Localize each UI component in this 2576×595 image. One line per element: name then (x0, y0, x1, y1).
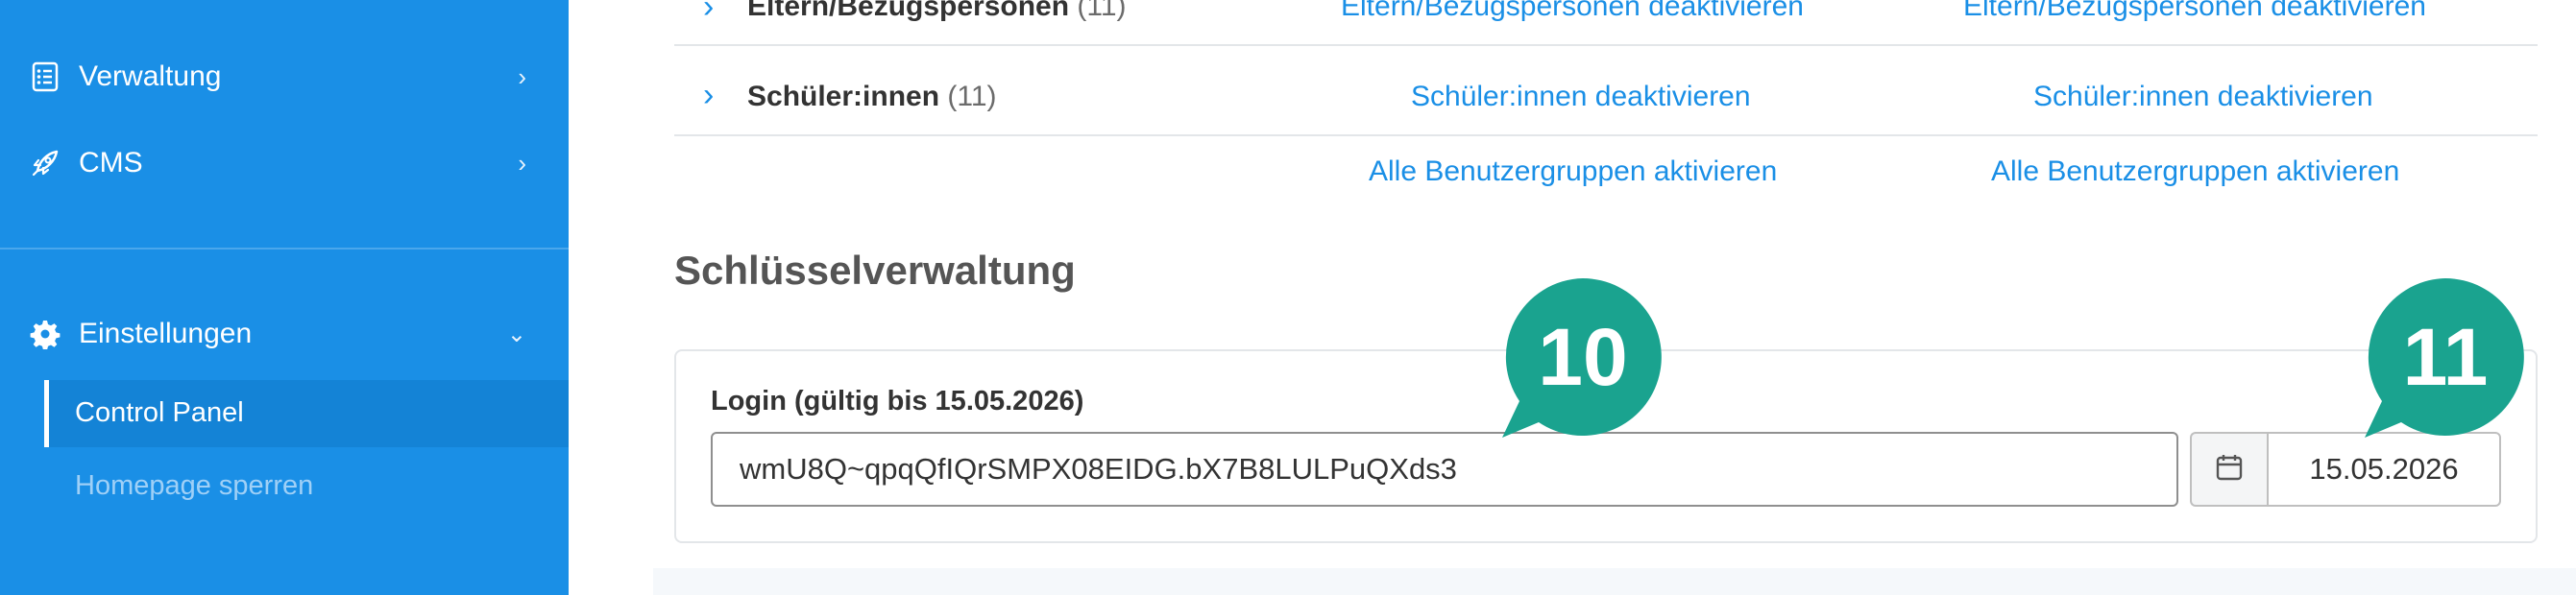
sidebar-divider (0, 248, 569, 250)
group-name-text: Eltern/Bezugspersonen (747, 0, 1070, 22)
row-divider (674, 134, 2538, 136)
sidebar-subitem-control-panel[interactable]: Control Panel (44, 380, 569, 447)
sidebar-item-verwaltung[interactable]: Verwaltung › (0, 56, 569, 98)
gear-icon (29, 318, 61, 350)
sidebar-item-label: Verwaltung (79, 60, 222, 92)
chevron-right-icon: › (518, 148, 526, 178)
deactivate-link[interactable]: Eltern/Bezugspersonen deaktivieren (1341, 0, 1804, 23)
login-label: Login (gültig bis 15.05.2026) (711, 386, 1084, 416)
sidebar-item-label: CMS (79, 147, 143, 178)
callout-bubble-10: 10 (1500, 274, 1665, 440)
callout-number: 10 (1538, 311, 1628, 402)
chevron-right-icon: › (518, 61, 526, 91)
calendar-button[interactable] (2190, 432, 2267, 507)
chevron-down-icon: ⌄ (506, 321, 526, 347)
activate-all-link[interactable]: Alle Benutzergruppen aktivieren (1369, 155, 1777, 188)
sidebar-item-cms[interactable]: CMS › (0, 142, 569, 184)
deactivate-link[interactable]: Schüler:innen deaktivieren (1411, 81, 1751, 113)
chevron-right-icon[interactable]: › (703, 77, 714, 114)
sidebar-item-label: Einstellungen (79, 318, 253, 349)
group-count: (11) (947, 81, 997, 112)
activate-all-link[interactable]: Alle Benutzergruppen aktivieren (1991, 155, 2399, 188)
checklist-icon (29, 60, 61, 93)
group-name-text: Schüler:innen (747, 81, 940, 112)
deactivate-link[interactable]: Schüler:innen deaktivieren (2033, 81, 2373, 113)
sidebar-subitem-homepage-sperren[interactable]: Homepage sperren (75, 470, 313, 502)
footer-strip (653, 568, 2576, 595)
date-input[interactable]: 15.05.2026 (2267, 432, 2501, 507)
callout-bubble-11: 11 (2363, 274, 2528, 440)
deactivate-link[interactable]: Eltern/Bezugspersonen deaktivieren (1963, 0, 2426, 23)
sidebar-subitem-label: Control Panel (75, 397, 244, 428)
sidebar: Verwaltung › CMS › Einstellungen ⌄ Contr… (0, 0, 569, 595)
active-indicator (44, 380, 49, 447)
rocket-icon (29, 147, 61, 179)
group-name: Schüler:innen (11) (747, 81, 997, 113)
chevron-right-icon[interactable]: › (703, 0, 714, 26)
date-value: 15.05.2026 (2309, 452, 2459, 486)
group-count: (11) (1077, 0, 1127, 22)
section-title: Schlüsselverwaltung (674, 248, 1076, 293)
callout-number: 11 (2402, 311, 2489, 402)
key-input[interactable]: wmU8Q~qpqQfIQrSMPX08EIDG.bX7B8LULPuQXds3 (711, 432, 2178, 507)
group-name: Eltern/Bezugspersonen (11) (747, 0, 1127, 23)
sidebar-item-einstellungen[interactable]: Einstellungen ⌄ (0, 313, 569, 355)
row-divider (674, 44, 2538, 46)
key-value: wmU8Q~qpqQfIQrSMPX08EIDG.bX7B8LULPuQXds3 (740, 452, 1457, 486)
calendar-icon (2215, 453, 2244, 487)
